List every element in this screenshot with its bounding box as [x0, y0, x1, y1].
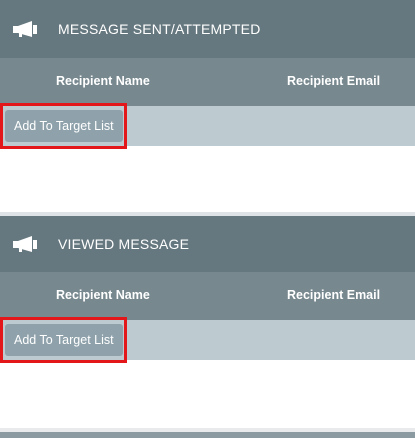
panel-body — [0, 146, 415, 212]
column-header-recipient-email[interactable]: Recipient Email — [287, 74, 380, 88]
column-header-recipient-email[interactable]: Recipient Email — [287, 288, 380, 302]
panel-header: MESSAGE SENT/ATTEMPTED — [0, 0, 415, 58]
column-header-recipient-name[interactable]: Recipient Name — [56, 74, 150, 88]
action-row: Add To Target List — [0, 103, 415, 149]
panel-message-sent: MESSAGE SENT/ATTEMPTED Recipient Name Re… — [0, 0, 415, 212]
panel-body — [0, 360, 415, 426]
table-header: Recipient Name Recipient Email — [0, 58, 415, 106]
add-to-target-list-button[interactable]: Add To Target List — [5, 324, 123, 356]
column-header-recipient-name[interactable]: Recipient Name — [56, 288, 150, 302]
action-row: Add To Target List — [0, 317, 415, 363]
panel-viewed-message: VIEWED MESSAGE Recipient Name Recipient … — [0, 216, 415, 428]
add-to-target-list-button[interactable]: Add To Target List — [5, 110, 123, 142]
next-panel-header-edge — [0, 432, 415, 438]
megaphone-icon — [12, 234, 40, 254]
megaphone-icon — [12, 19, 40, 39]
table-header: Recipient Name Recipient Email — [0, 272, 415, 320]
panel-header: VIEWED MESSAGE — [0, 216, 415, 272]
panel-title: MESSAGE SENT/ATTEMPTED — [58, 21, 261, 37]
panel-title: VIEWED MESSAGE — [58, 236, 190, 252]
